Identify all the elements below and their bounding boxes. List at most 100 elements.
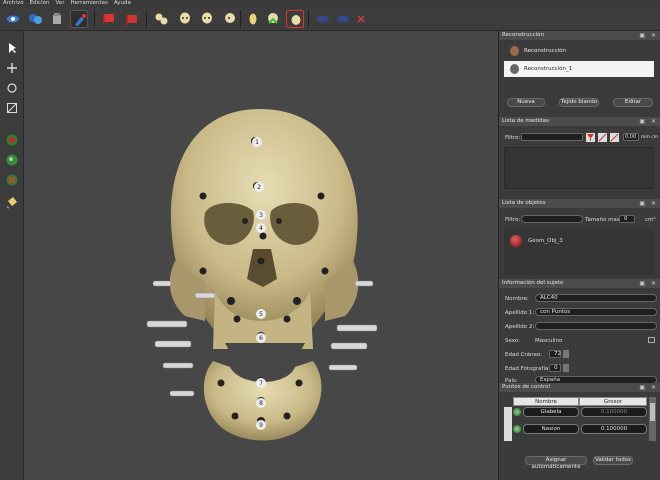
point-status-icon[interactable]: [513, 408, 521, 416]
edad-foto-field[interactable]: 0: [549, 364, 561, 372]
eye-icon[interactable]: [4, 10, 22, 28]
objetos-filter-input[interactable]: [521, 215, 583, 223]
menu-bar: Archivo Edición Ver Herramientas Ayuda: [0, 0, 660, 7]
menu-ayuda[interactable]: Ayuda: [114, 0, 131, 7]
puntos-row-name-1[interactable]: Nasion: [523, 424, 579, 434]
nombre-field[interactable]: ALC40: [535, 294, 657, 302]
asignar-automaticamente-button[interactable]: Asignar automáticamente: [525, 456, 587, 470]
point-label-9: 9: [259, 422, 263, 429]
sujeto-section: Información del sujeto ▣ ✕ Nombre: ALC40 …: [499, 279, 660, 384]
point-label-5: 5: [259, 311, 263, 318]
sphere-x-icon[interactable]: [3, 171, 20, 188]
edad-foto-label: Edad Fotografía:: [505, 366, 551, 372]
scroll-thumb[interactable]: [650, 403, 655, 421]
sphere-green-icon[interactable]: [3, 151, 20, 168]
nueva-button[interactable]: Nueva: [507, 98, 545, 107]
edad-craneo-label: Edad Cráneo:: [505, 352, 543, 358]
editar-button[interactable]: Editar: [613, 98, 653, 107]
close-icon[interactable]: [352, 10, 370, 28]
nombre-label: Nombre:: [505, 296, 529, 302]
medidas-unit-label: mm cm: [641, 135, 659, 140]
viewport-3d[interactable]: 1 2 3 4 5 6 7 8 9: [25, 31, 497, 480]
apellido1-field[interactable]: con Puntos: [535, 308, 657, 316]
menu-herramientas[interactable]: Herramientas: [70, 0, 107, 7]
point-label-6: 6: [259, 335, 263, 342]
flag-icon[interactable]: [100, 10, 118, 28]
head-icon: [510, 46, 519, 56]
objetos-filter-label: Filtro:: [505, 217, 521, 223]
medidas-value-field[interactable]: 0,00: [623, 133, 639, 141]
point-status-icon[interactable]: [513, 425, 521, 433]
reconstruccion-header: Reconstrucción ▣ ✕: [499, 31, 660, 40]
col-nombre-header[interactable]: Nombre: [513, 397, 579, 406]
sujeto-header: Información del sujeto ▣ ✕: [499, 279, 660, 288]
recon-item-0[interactable]: Reconstrucción: [504, 43, 654, 59]
edad-craneo-field[interactable]: 72: [549, 350, 561, 358]
skull-group-icon[interactable]: [152, 10, 170, 28]
panel-controls-icon[interactable]: ▣ ✕: [639, 279, 658, 288]
objetos-section: Lista de objetos ▣ ✕ Filtro: Tamaño max: …: [499, 199, 660, 279]
left-toolbar: [0, 31, 24, 480]
brush-icon[interactable]: [70, 10, 88, 28]
skull-green-icon[interactable]: [264, 10, 282, 28]
point-label-4: 4: [259, 225, 263, 232]
head-gray-icon: [510, 64, 519, 74]
panel-controls-icon[interactable]: ▣ ✕: [639, 199, 658, 208]
move-icon[interactable]: [3, 59, 20, 76]
objetos-header: Lista de objetos ▣ ✕: [499, 199, 660, 208]
color-eye-icon[interactable]: [26, 10, 44, 28]
skull-egg-icon[interactable]: [244, 10, 262, 28]
medidas-list[interactable]: [504, 147, 654, 189]
ruler-alt-icon[interactable]: [610, 133, 619, 142]
point-label-3: 3: [259, 212, 263, 219]
link-icon[interactable]: [314, 10, 332, 28]
paint-bucket-icon[interactable]: [3, 193, 20, 210]
puntos-row-value-1[interactable]: 0.100000: [581, 424, 647, 434]
sexo-dropdown-icon[interactable]: [648, 337, 655, 343]
puntos-section: Puntos de control ▣ ✕ Nombre Grosor Glabe…: [499, 383, 660, 480]
puntos-row-name-0[interactable]: Glabela: [523, 407, 579, 417]
objetos-list: Geom_Obj_3: [504, 229, 654, 275]
filter-funnel-icon[interactable]: [586, 133, 595, 142]
link-alt-icon[interactable]: [334, 10, 352, 28]
menu-archivo[interactable]: Archivo: [3, 0, 24, 7]
point-label-8: 8: [259, 400, 263, 407]
col-grosor-header[interactable]: Grosor: [579, 397, 647, 406]
skull-tilt-icon[interactable]: [220, 10, 238, 28]
apellido2-field[interactable]: [535, 322, 657, 330]
medidas-filter-input[interactable]: [521, 133, 583, 141]
panel-controls-icon[interactable]: ▣ ✕: [639, 383, 658, 392]
select-arrow-icon[interactable]: [3, 39, 20, 56]
menu-edicion[interactable]: Edición: [30, 0, 50, 7]
medidas-header: Lista de medidas ▣ ✕: [499, 117, 660, 126]
skull-side-icon[interactable]: [198, 10, 216, 28]
puntos-row-value-0[interactable]: 0.100000: [581, 407, 647, 417]
flag-alt-icon[interactable]: [122, 10, 140, 28]
measure-icon[interactable]: [3, 99, 20, 116]
medidas-section: Lista de medidas ▣ ✕ Filtro: 0,00 mm cm: [499, 117, 660, 195]
apellido1-label: Apellido 1:: [505, 310, 535, 316]
ruler-icon[interactable]: [598, 133, 607, 142]
row-header-strip[interactable]: [504, 407, 512, 441]
panel-controls-icon[interactable]: ▣ ✕: [639, 31, 658, 40]
paint-icon[interactable]: [48, 10, 66, 28]
menu-ver[interactable]: Ver: [55, 0, 64, 7]
skull-frame-icon[interactable]: [286, 10, 304, 28]
object-item[interactable]: Geom_Obj_3: [528, 238, 563, 244]
point-label-2: 2: [257, 184, 261, 191]
skull-icon[interactable]: [176, 10, 194, 28]
edad-craneo-stepper-icon[interactable]: [563, 350, 569, 358]
geom-object-icon: [510, 235, 522, 247]
tejido-blando-button[interactable]: Tejido blando: [559, 98, 599, 107]
edad-foto-stepper-icon[interactable]: [563, 364, 569, 372]
sexo-value[interactable]: Masculino: [535, 338, 562, 344]
recon-item-1[interactable]: Reconstrucción_1: [504, 61, 654, 77]
objetos-size-label: Tamaño max:: [585, 217, 622, 223]
objetos-size-input[interactable]: 0: [619, 215, 635, 223]
validar-todos-button[interactable]: Validar todos: [593, 456, 633, 465]
puntos-scrollbar[interactable]: [649, 397, 656, 441]
panel-controls-icon[interactable]: ▣ ✕: [639, 117, 658, 126]
rotate-icon[interactable]: [3, 79, 20, 96]
skull-model[interactable]: 1 2 3 4 5 6 7 8 9: [25, 31, 497, 480]
sphere-red-icon[interactable]: [3, 131, 20, 148]
